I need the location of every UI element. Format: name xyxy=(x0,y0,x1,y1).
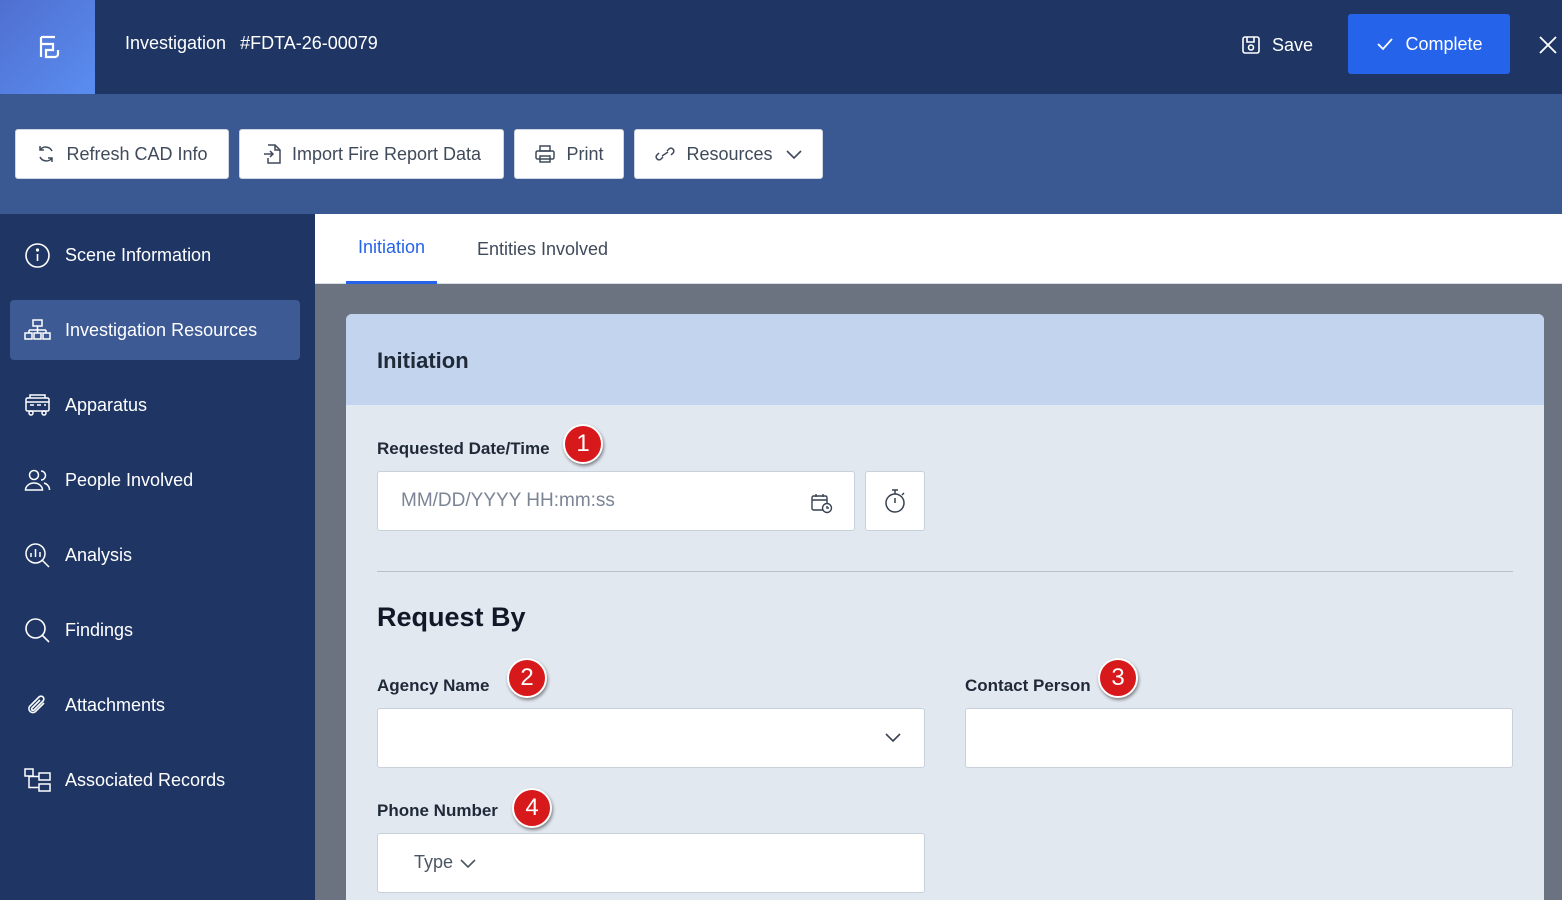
close-icon[interactable] xyxy=(1534,30,1562,60)
tab-label: Initiation xyxy=(357,237,426,257)
refresh-cad-button[interactable]: Refresh CAD Info xyxy=(15,129,229,179)
complete-label: Complete xyxy=(1405,33,1483,54)
requested-datetime-input[interactable]: MM/DD/YYYY HH:mm:ss xyxy=(377,471,855,531)
calendar-clock-icon[interactable] xyxy=(810,492,834,514)
chevron-down-icon xyxy=(785,150,802,160)
save-label: Save xyxy=(1272,34,1314,55)
org-chart-icon xyxy=(24,319,51,340)
refresh-label: Refresh CAD Info xyxy=(66,143,208,164)
hierarchy-icon xyxy=(24,767,51,792)
sidebar-item-attachments[interactable]: Attachments xyxy=(10,675,300,735)
fire-truck-icon xyxy=(25,394,50,416)
card-header: Initiation xyxy=(346,314,1544,405)
callout-badge-1: 1 xyxy=(563,424,603,464)
request-by-heading: Request By xyxy=(377,602,526,632)
sidebar-item-label: Analysis xyxy=(65,544,133,565)
tab-initiation[interactable]: Initiation xyxy=(346,214,437,284)
initiation-card: Initiation Requested Date/Time 1 MM/DD/Y… xyxy=(346,314,1544,900)
sidebar-nav: Scene Information Investigation Resource… xyxy=(0,214,315,900)
app-header: Investigation #FDTA-26-00079 Save Complet… xyxy=(0,0,1562,94)
check-icon xyxy=(1377,38,1394,51)
chevron-down-icon xyxy=(460,858,476,868)
sidebar-item-label: People Involved xyxy=(65,469,194,490)
callout-badge-3: 3 xyxy=(1098,658,1138,698)
form-logo-icon[interactable] xyxy=(0,0,95,94)
stopwatch-icon xyxy=(885,489,905,513)
save-icon xyxy=(1242,36,1260,54)
link-icon xyxy=(655,147,675,161)
requested-datetime-label: Requested Date/Time xyxy=(377,439,550,458)
resources-label: Resources xyxy=(686,143,773,164)
chevron-down-icon xyxy=(885,733,901,743)
analysis-icon xyxy=(25,542,50,568)
phone-number-field[interactable]: Type xyxy=(377,833,925,893)
callout-badge-2: 2 xyxy=(507,658,547,698)
sidebar-item-findings[interactable]: Findings xyxy=(10,600,300,660)
phone-type-select[interactable]: Type xyxy=(414,852,477,873)
import-label: Import Fire Report Data xyxy=(291,143,482,164)
timer-button[interactable] xyxy=(865,471,925,531)
sidebar-item-associated-records[interactable]: Associated Records xyxy=(10,750,300,810)
resources-dropdown[interactable]: Resources xyxy=(634,129,823,179)
sidebar-item-label: Associated Records xyxy=(65,769,226,790)
tab-bar: Initiation Entities Involved xyxy=(315,214,1562,284)
contact-person-label: Contact Person xyxy=(965,676,1091,695)
sidebar-item-analysis[interactable]: Analysis xyxy=(10,525,300,585)
agency-name-select[interactable] xyxy=(377,708,925,768)
sidebar-item-investigation-resources[interactable]: Investigation Resources xyxy=(10,300,300,360)
phone-number-label: Phone Number xyxy=(377,801,498,820)
import-icon xyxy=(263,144,281,164)
case-number: #FDTA-26-00079 xyxy=(240,33,378,53)
sidebar-item-label: Apparatus xyxy=(65,394,148,415)
info-icon xyxy=(25,242,50,268)
phone-type-label: Type xyxy=(414,852,454,872)
contact-person-input[interactable] xyxy=(965,708,1513,768)
tab-entities-involved[interactable]: Entities Involved xyxy=(477,214,608,284)
sidebar-item-label: Findings xyxy=(65,619,134,640)
print-button[interactable]: Print xyxy=(514,129,624,179)
datetime-placeholder: MM/DD/YYYY HH:mm:ss xyxy=(401,490,615,511)
sidebar-item-scene-information[interactable]: Scene Information xyxy=(10,225,300,285)
print-label: Print xyxy=(566,143,604,164)
sidebar-item-label: Investigation Resources xyxy=(65,319,258,340)
search-icon xyxy=(25,617,50,643)
sidebar-item-people-involved[interactable]: People Involved xyxy=(10,450,300,510)
sidebar-item-apparatus[interactable]: Apparatus xyxy=(10,375,300,435)
agency-name-label: Agency Name xyxy=(377,676,490,695)
sidebar-item-label: Attachments xyxy=(65,694,166,715)
refresh-icon xyxy=(39,146,54,162)
section-divider xyxy=(377,571,1513,572)
card-title: Initiation xyxy=(377,348,469,373)
tab-label: Entities Involved xyxy=(477,238,609,259)
page-title: Investigation #FDTA-26-00079 xyxy=(125,33,378,54)
title-text: Investigation xyxy=(125,33,227,53)
printer-icon xyxy=(535,145,556,163)
paperclip-icon xyxy=(28,694,45,713)
import-fire-report-button[interactable]: Import Fire Report Data xyxy=(239,129,504,179)
action-toolbar: Refresh CAD Info Import Fire Report Data… xyxy=(0,94,1562,214)
complete-button[interactable]: Complete xyxy=(1348,14,1510,74)
callout-badge-4: 4 xyxy=(512,788,552,828)
people-icon xyxy=(24,469,51,491)
save-button[interactable]: Save xyxy=(1240,30,1313,60)
sidebar-item-label: Scene Information xyxy=(65,244,212,265)
